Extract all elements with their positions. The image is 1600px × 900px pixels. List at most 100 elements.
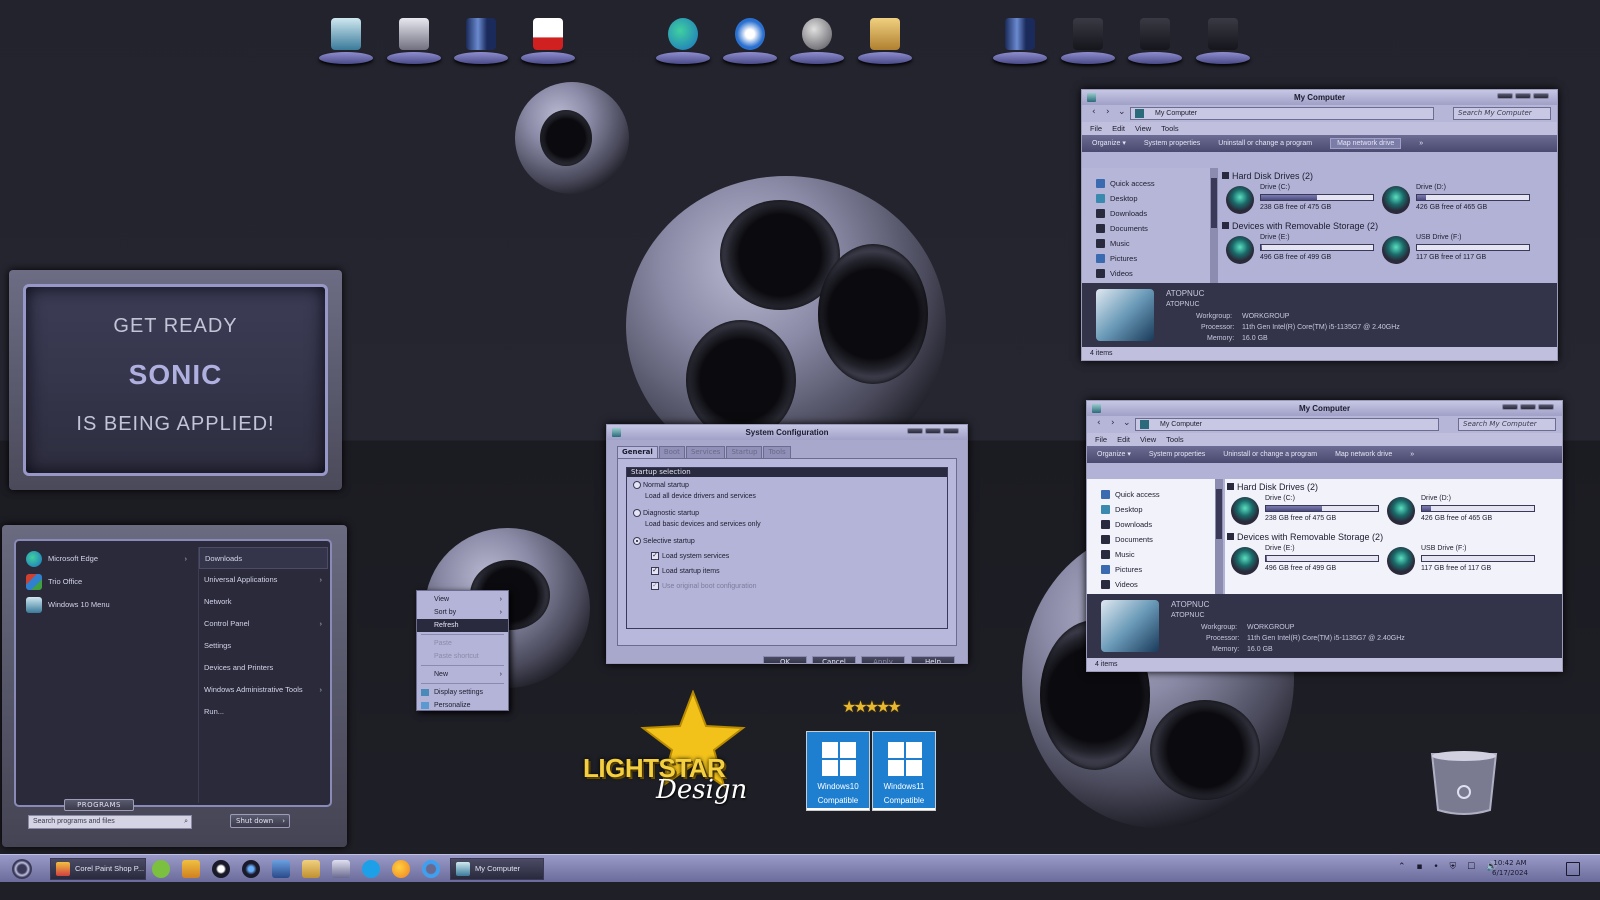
menu-edit[interactable]: Edit (1117, 435, 1130, 444)
more-commands-button[interactable]: » (1410, 451, 1414, 458)
maximize-button[interactable] (1520, 404, 1536, 410)
menu-tools[interactable]: Tools (1161, 124, 1179, 133)
taskbar-clock[interactable]: 10:42 AM 6/17/2024 (1480, 858, 1540, 878)
tab-services[interactable]: Services (685, 446, 726, 458)
more-commands-button[interactable]: » (1419, 140, 1423, 147)
explorer-search-input[interactable]: Search My Computer (1458, 418, 1556, 431)
nav-scrollbar[interactable] (1210, 168, 1218, 283)
group-header-removable[interactable]: Devices with Removable Storage (2) (1220, 218, 1557, 234)
nav-scrollbar[interactable] (1215, 479, 1223, 594)
cloud-sync-icon[interactable] (152, 860, 170, 878)
menu-item-sort-by[interactable]: Sort by › (417, 606, 508, 619)
load-system-services-checkbox[interactable]: ✓ Load system services (651, 552, 729, 560)
group-header-hard-disks[interactable]: Hard Disk Drives (2) (1220, 168, 1557, 184)
uninstall-program-button[interactable]: Uninstall or change a program (1218, 140, 1312, 147)
map-network-drive-button[interactable]: Map network drive (1330, 138, 1402, 149)
cancel-button[interactable]: Cancel (812, 656, 856, 663)
dock-computer-icon[interactable] (319, 18, 373, 64)
normal-startup-radio[interactable]: Normal startup (633, 481, 689, 489)
taskbar-task-corel[interactable]: Corel Paint Shop P... (50, 858, 146, 880)
start-link-universal-applications[interactable]: Universal Applications › (199, 569, 328, 591)
tab-general[interactable]: General (617, 446, 658, 458)
minimize-button[interactable] (1497, 93, 1513, 99)
address-bar[interactable]: My Computer (1135, 418, 1439, 431)
tab-tools[interactable]: Tools (763, 446, 791, 458)
nav-item-downloads[interactable]: Downloads (1096, 206, 1210, 221)
group-header-removable[interactable]: Devices with Removable Storage (2) (1225, 529, 1562, 545)
layers-icon[interactable] (272, 860, 290, 878)
menu-view[interactable]: View (1135, 124, 1151, 133)
scrollbar-thumb[interactable] (1216, 489, 1222, 539)
back-button[interactable]: ‹ (1097, 418, 1101, 428)
nav-item-documents[interactable]: Documents (1101, 532, 1215, 547)
dock-pro-icon[interactable] (790, 18, 844, 64)
dock-paint-icon[interactable] (521, 18, 575, 64)
start-link-admin-tools[interactable]: Windows Administrative Tools › (199, 679, 328, 701)
sysconfig-titlebar[interactable]: System Configuration (607, 425, 967, 440)
organize-button[interactable]: Organize ▾ (1092, 140, 1126, 147)
nav-item-documents[interactable]: Documents (1096, 221, 1210, 236)
all-programs-button[interactable]: PROGRAMS (64, 799, 134, 811)
cursor-tool-icon[interactable] (242, 860, 260, 878)
refresh-icon[interactable] (422, 860, 440, 878)
skype-icon[interactable] (362, 860, 380, 878)
tab-boot[interactable]: Boot (658, 446, 685, 458)
group-header-hard-disks[interactable]: Hard Disk Drives (2) (1225, 479, 1562, 495)
pinned-item-windows-10-menu[interactable]: Windows 10 Menu (22, 593, 195, 616)
menu-item-refresh[interactable]: Refresh (417, 619, 508, 632)
checkbox[interactable]: ✓ (651, 582, 659, 590)
nav-item-music[interactable]: Music (1101, 547, 1215, 562)
drive-e[interactable]: Drive (E:) 496 GB free of 499 GB (1224, 234, 1374, 268)
diagnostic-startup-radio[interactable]: Diagnostic startup (633, 509, 699, 517)
load-startup-items-checkbox[interactable]: ✓ Load startup items (651, 567, 720, 575)
menu-item-paste-shortcut[interactable]: Paste shortcut (417, 650, 508, 663)
file-explorer-icon[interactable] (182, 860, 200, 878)
minimize-button[interactable] (1502, 404, 1518, 410)
back-button[interactable]: ‹ (1092, 107, 1096, 117)
menu-item-display-settings[interactable]: Display settings (417, 686, 508, 699)
checkbox[interactable]: ✓ (651, 552, 659, 560)
tab-startup[interactable]: Startup (726, 446, 763, 458)
start-orb-icon[interactable] (12, 859, 32, 879)
explorer-search-input[interactable]: Search My Computer (1453, 107, 1551, 120)
dock-folder-icon-3[interactable] (1196, 18, 1250, 64)
dock-thunderbird-icon[interactable] (723, 18, 777, 64)
start-link-run[interactable]: Run... (199, 701, 328, 723)
dock-notebook-icon[interactable] (858, 18, 912, 64)
start-link-control-panel[interactable]: Control Panel › (199, 613, 328, 635)
apply-button[interactable]: Apply (861, 656, 905, 663)
help-button[interactable]: Help (911, 656, 955, 663)
drive-f[interactable]: USB Drive (F:) 117 GB free of 117 GB (1385, 545, 1535, 579)
radio-button-selected[interactable] (633, 537, 641, 545)
start-link-downloads[interactable]: Downloads (199, 547, 328, 569)
dock-folder-icon-2[interactable] (1128, 18, 1182, 64)
forward-button[interactable]: › (1111, 418, 1115, 428)
organize-button[interactable]: Organize ▾ (1097, 451, 1131, 458)
nav-item-music[interactable]: Music (1096, 236, 1210, 251)
selective-startup-radio[interactable]: Selective startup (633, 537, 695, 545)
dock-folder-icon[interactable] (1061, 18, 1115, 64)
menu-file[interactable]: File (1090, 124, 1102, 133)
menu-edit[interactable]: Edit (1112, 124, 1125, 133)
explorer-titlebar[interactable]: My Computer (1087, 401, 1562, 416)
use-original-boot-checkbox[interactable]: ✓ Use original boot configuration (651, 582, 757, 590)
menu-file[interactable]: File (1095, 435, 1107, 444)
radio-button[interactable] (633, 481, 641, 489)
pinned-item-edge[interactable]: Microsoft Edge › (22, 547, 195, 570)
nav-item-quick-access[interactable]: Quick access (1101, 487, 1215, 502)
close-button[interactable] (943, 428, 959, 434)
media-player-icon[interactable] (302, 860, 320, 878)
maximize-button[interactable] (925, 428, 941, 434)
nav-item-desktop[interactable]: Desktop (1096, 191, 1210, 206)
nav-item-quick-access[interactable]: Quick access (1096, 176, 1210, 191)
dock-edge-icon[interactable] (656, 18, 710, 64)
dock-flashdrive-icon[interactable] (454, 18, 508, 64)
recycle-bin-icon[interactable] (1428, 748, 1500, 816)
drive-c[interactable]: Drive (C:) 238 GB free of 475 GB (1224, 184, 1374, 218)
radio-button[interactable] (633, 509, 641, 517)
start-link-devices-printers[interactable]: Devices and Printers (199, 657, 328, 679)
drive-f[interactable]: USB Drive (F:) 117 GB free of 117 GB (1380, 234, 1530, 268)
start-link-network[interactable]: Network (199, 591, 328, 613)
map-network-drive-button[interactable]: Map network drive (1335, 451, 1392, 458)
scrollbar-thumb[interactable] (1211, 178, 1217, 228)
